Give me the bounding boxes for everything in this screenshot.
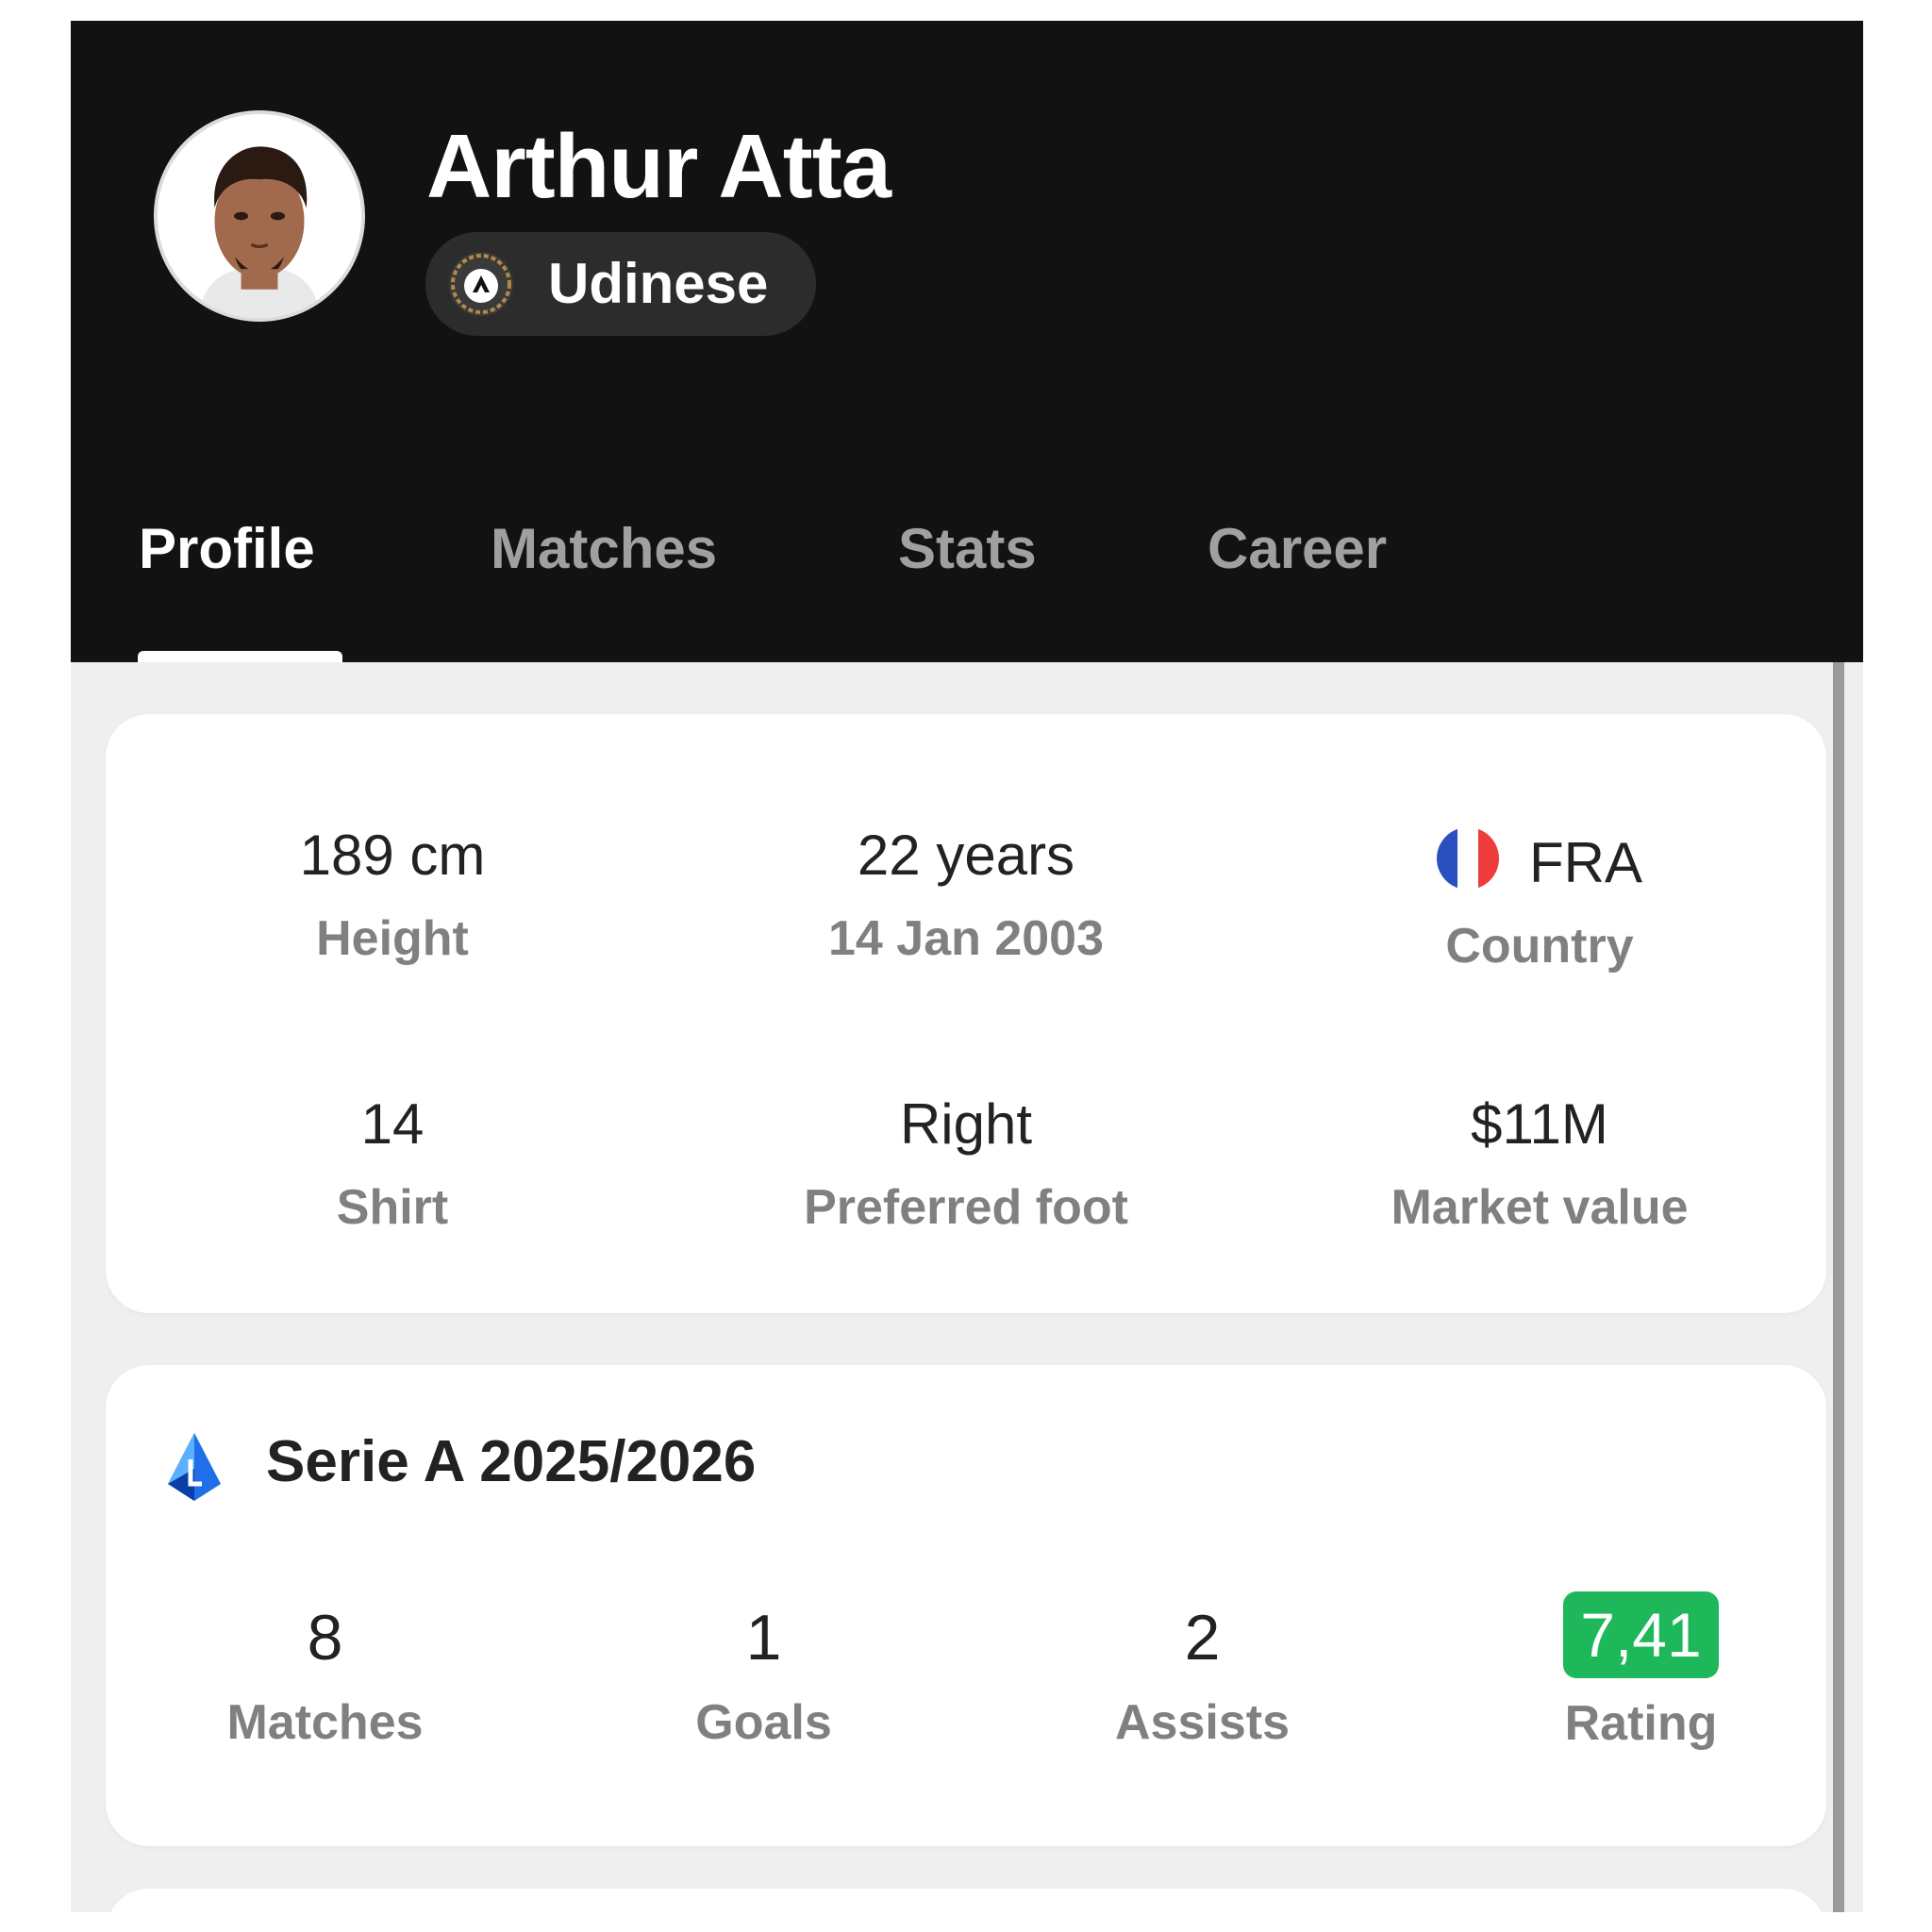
france-flag-icon xyxy=(1437,827,1499,890)
team-chip[interactable]: Udinese xyxy=(425,232,816,336)
goals-stat: 1 Goals xyxy=(544,1606,983,1747)
rating-label: Rating xyxy=(1564,1696,1718,1751)
assists-label: Assists xyxy=(1115,1695,1290,1750)
country-value: FRA xyxy=(1529,831,1642,894)
season-title: Serie A 2025/2026 xyxy=(266,1429,757,1494)
scrollbar[interactable] xyxy=(1833,662,1844,1912)
player-name: Arthur Atta xyxy=(426,116,891,217)
age-value: 22 years xyxy=(857,824,1075,887)
height-label: Height xyxy=(316,911,469,966)
market-value-cell: $11M Market value xyxy=(1253,1092,1826,1235)
foot-value: Right xyxy=(899,1092,1033,1156)
tab-matches[interactable]: Matches xyxy=(491,521,717,577)
shirt-cell: 14 Shirt xyxy=(106,1092,679,1235)
player-photo-icon xyxy=(158,114,361,318)
serie-a-logo-icon xyxy=(168,1433,221,1501)
market-value-label: Market value xyxy=(1391,1180,1689,1235)
goals-label: Goals xyxy=(695,1695,832,1750)
player-avatar[interactable] xyxy=(154,110,365,322)
country-cell[interactable]: FRA Country xyxy=(1253,827,1826,971)
tab-career[interactable]: Career xyxy=(1208,521,1387,577)
height-value: 189 cm xyxy=(299,824,486,887)
assists-stat: 2 Assists xyxy=(983,1606,1422,1747)
foot-cell: Right Preferred foot xyxy=(679,1092,1253,1235)
team-name: Udinese xyxy=(548,252,769,315)
birth-date: 14 Jan 2003 xyxy=(827,911,1105,966)
rating-badge: 7,41 xyxy=(1563,1591,1719,1678)
shirt-label: Shirt xyxy=(336,1180,449,1235)
market-value: $11M xyxy=(1471,1092,1608,1156)
player-header: Arthur Atta Udinese Profile Matches Stat… xyxy=(71,21,1863,662)
matches-value: 8 xyxy=(307,1602,343,1674)
matches-stat: 8 Matches xyxy=(106,1606,544,1747)
foot-label: Preferred foot xyxy=(804,1180,1128,1235)
assists-value: 2 xyxy=(1184,1602,1221,1674)
country-value-row: FRA xyxy=(1253,827,1826,891)
tab-stats[interactable]: Stats xyxy=(898,521,1037,577)
tab-profile[interactable]: Profile xyxy=(139,521,315,577)
udinese-crest-icon xyxy=(449,252,513,316)
age-cell: 22 years 14 Jan 2003 xyxy=(679,824,1253,966)
country-label: Country xyxy=(1445,919,1634,974)
player-screen: Arthur Atta Udinese Profile Matches Stat… xyxy=(71,21,1863,1912)
rating-stat: 7,41 Rating xyxy=(1422,1591,1860,1748)
shirt-value: 14 xyxy=(360,1092,425,1156)
season-stats-card[interactable]: Serie A 2025/2026 8 Matches 1 Goals 2 As… xyxy=(106,1365,1826,1846)
next-card-peek xyxy=(106,1889,1826,1912)
matches-label: Matches xyxy=(226,1695,424,1750)
goals-value: 1 xyxy=(745,1602,782,1674)
player-info-card: 189 cm Height 22 years 14 Jan 2003 FRA C… xyxy=(106,714,1826,1313)
active-tab-indicator xyxy=(138,651,342,662)
height-cell: 189 cm Height xyxy=(106,824,679,966)
